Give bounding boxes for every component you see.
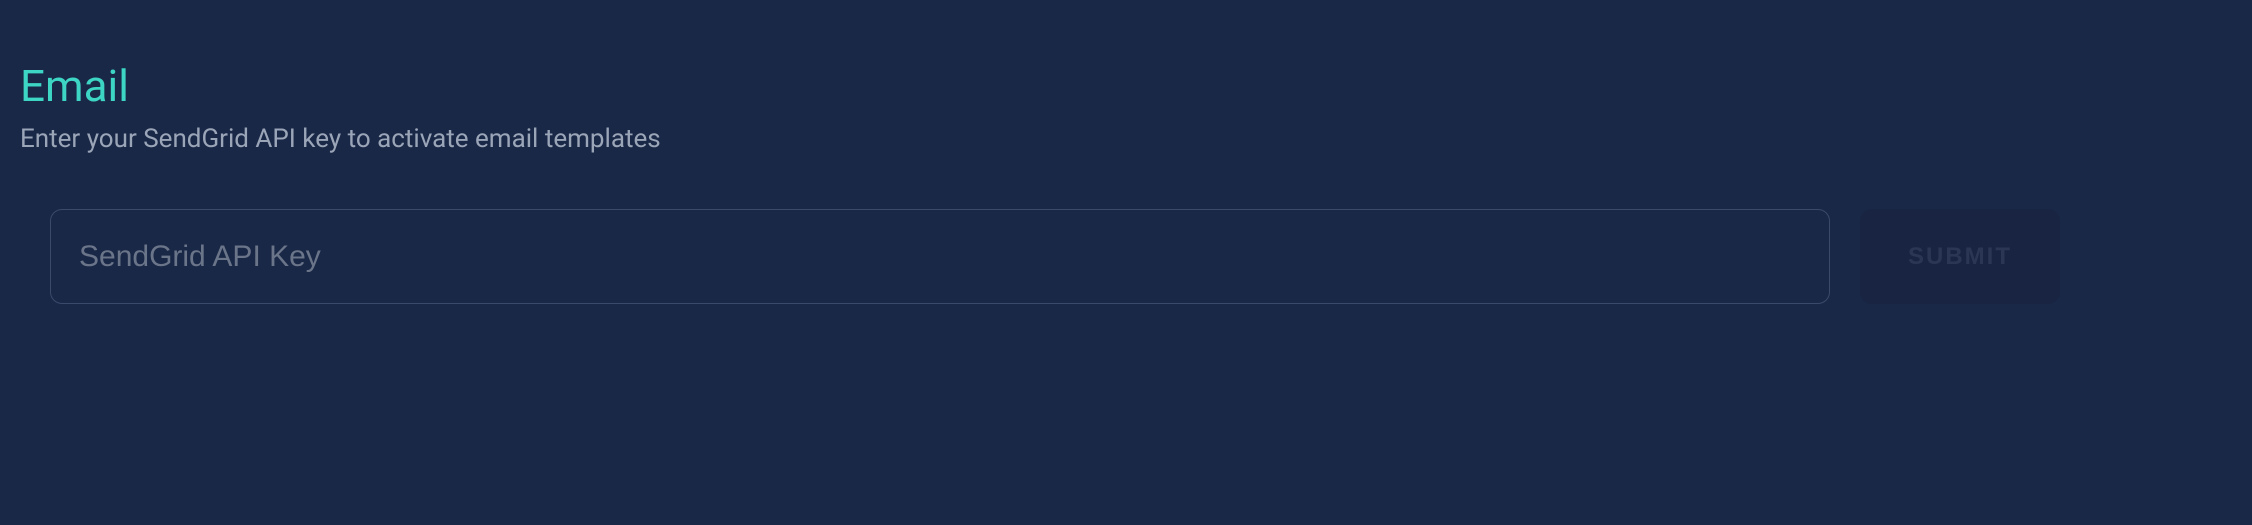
- section-title: Email: [20, 60, 2232, 112]
- section-description: Enter your SendGrid API key to activate …: [20, 124, 2232, 154]
- email-form-row: SUBMIT: [20, 209, 2232, 304]
- sendgrid-api-key-input[interactable]: [50, 209, 1830, 304]
- submit-button[interactable]: SUBMIT: [1860, 209, 2060, 304]
